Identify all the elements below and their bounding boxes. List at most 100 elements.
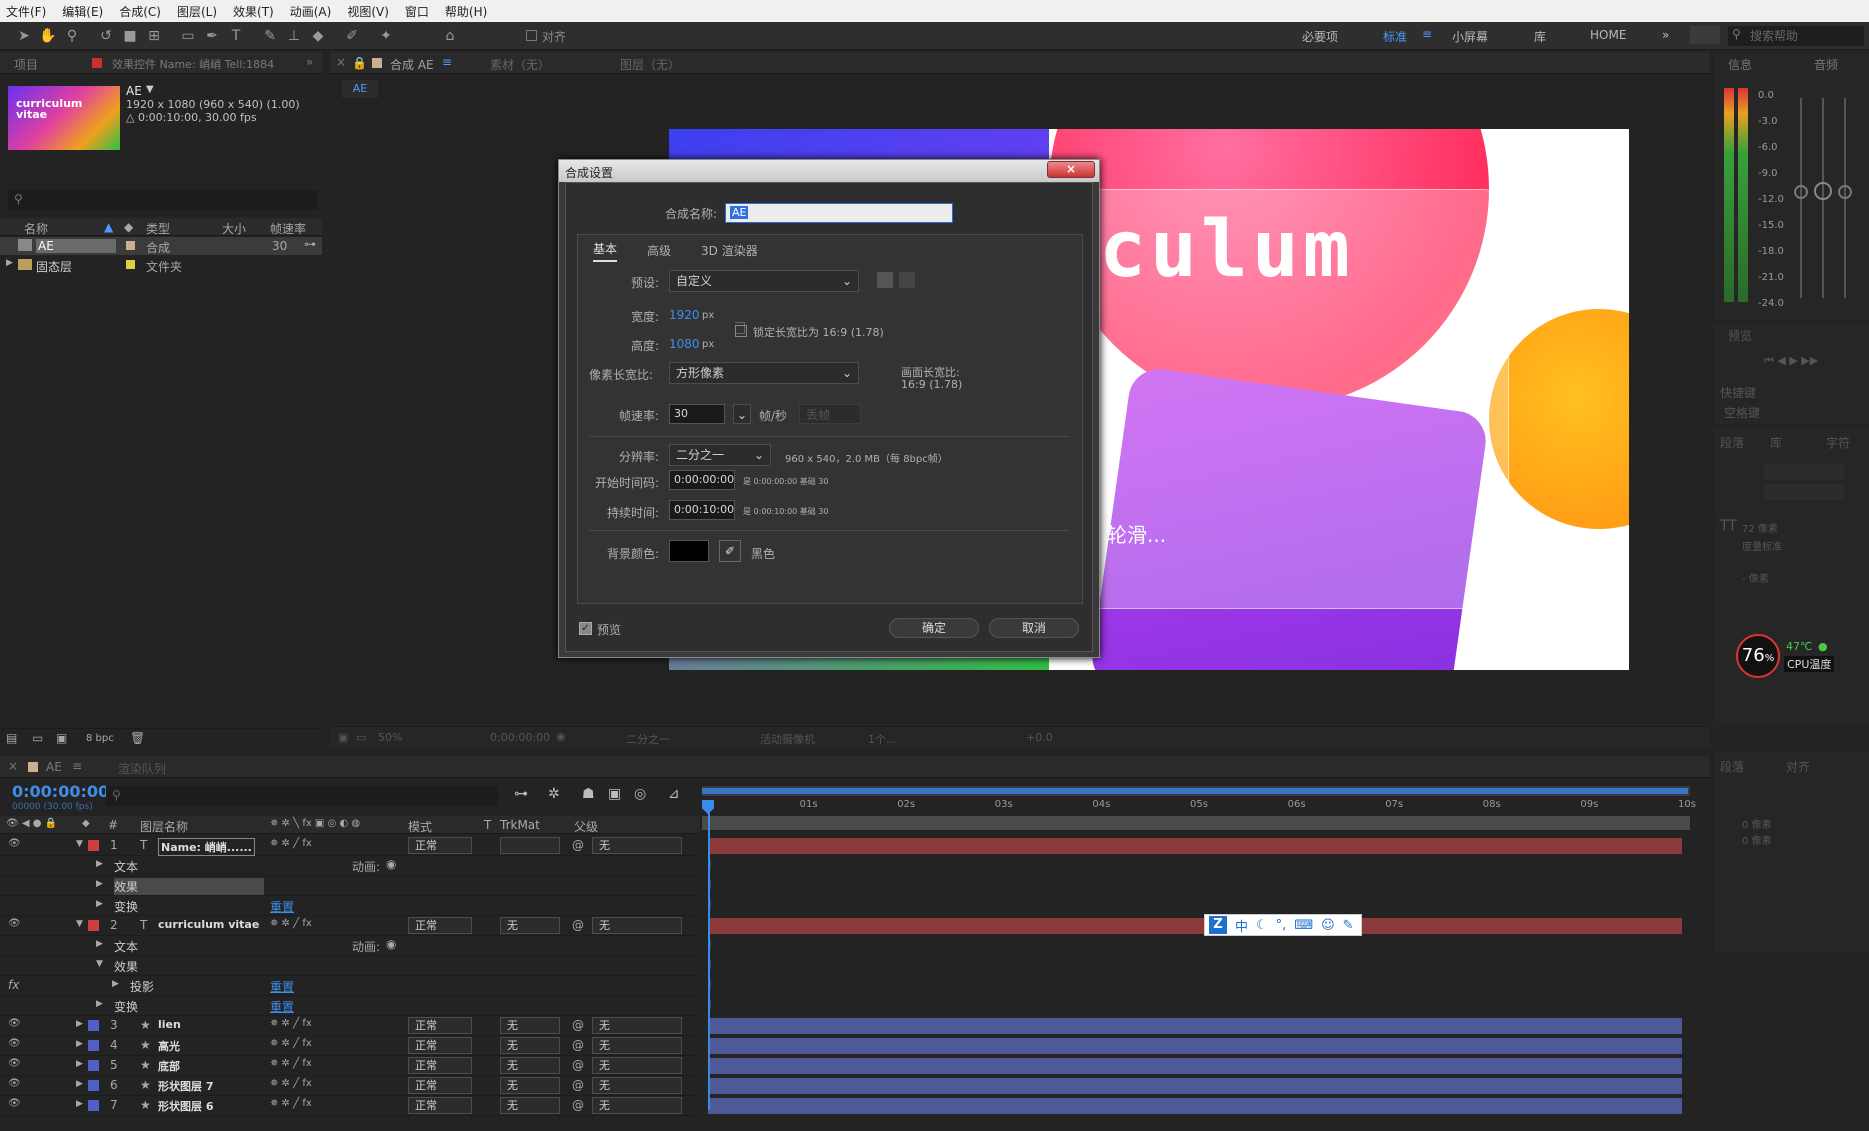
menu-5[interactable]: 动画(A) (290, 3, 332, 20)
ime-wrench-icon[interactable]: ✎ (1343, 918, 1354, 933)
animate-menu[interactable]: 动画: (352, 938, 380, 955)
layer-row[interactable]: 👁 ▶ 3 ★ lien ✵ ✲ ╱ fx 正常 无 @ 无 (0, 1016, 1682, 1036)
expand-arrow-icon[interactable]: ▶ (76, 1079, 83, 1089)
frame-blend-icon[interactable]: ▣ (608, 786, 621, 802)
layer-duration-bar[interactable] (708, 918, 1682, 934)
property-row[interactable]: ▶文本动画:◉I (0, 936, 712, 956)
pickwhip-icon[interactable]: @ (572, 1078, 584, 1092)
layer-row[interactable]: 👁 ▶ 6 ★ 形状图层 7 ✵ ✲ ╱ fx 正常 无 @ 无 (0, 1076, 1682, 1096)
exposure-value[interactable]: +0.0 (1026, 731, 1053, 744)
animate-icon[interactable]: ◉ (386, 857, 396, 871)
display-icon[interactable]: ▭ (356, 731, 366, 744)
tab-library[interactable]: 库 (1770, 434, 1782, 451)
layer-duration-bar[interactable] (708, 1038, 1682, 1054)
parent-dropdown[interactable]: 无 (592, 1057, 682, 1074)
workspace-essentials[interactable]: 必要项 (1302, 28, 1338, 45)
layer-switches-icons[interactable]: ✵ ✲ ╱ fx (270, 1038, 312, 1049)
lock-aspect-checkbox[interactable] (735, 325, 747, 337)
parent-dropdown[interactable]: 无 (592, 837, 682, 854)
ime-user-icon[interactable]: ☺ (1321, 918, 1335, 933)
menu-2[interactable]: 合成(C) (119, 3, 161, 20)
pickwhip-icon[interactable]: @ (572, 838, 584, 852)
trash-icon[interactable]: 🗑 (130, 731, 145, 745)
eyedropper-icon[interactable]: ✐ (719, 540, 741, 562)
views-dropdown[interactable]: 1个... (868, 731, 897, 747)
playhead[interactable] (708, 800, 710, 1110)
expand-arrow-icon[interactable]: ▶ (96, 999, 103, 1009)
snapshot-icon[interactable]: ◉ (556, 730, 566, 743)
stamp-tool-icon[interactable]: ⊥ (284, 26, 304, 46)
comp-name-input[interactable]: AE (725, 203, 953, 223)
parent-dropdown[interactable]: 无 (592, 1017, 682, 1034)
property-name[interactable]: 效果 (114, 958, 138, 975)
layer-duration-bar[interactable] (708, 1058, 1682, 1074)
resolution-dropdown[interactable]: 二分之一 ⌄ (669, 444, 771, 466)
close-icon[interactable]: × (336, 55, 346, 69)
parent-dropdown[interactable]: 无 (592, 1037, 682, 1054)
menu-7[interactable]: 窗口 (405, 3, 429, 20)
tab-project[interactable]: 项目 (14, 56, 38, 73)
tab-timeline-ae[interactable]: AE (46, 760, 62, 774)
bpc-label[interactable]: 8 bpc (86, 733, 114, 744)
hand-tool-icon[interactable]: ✋ (38, 26, 58, 46)
layer-switches-icons[interactable]: ✵ ✲ ╱ fx (270, 1098, 312, 1109)
mode-dropdown[interactable]: 正常 (408, 1037, 472, 1054)
expand-arrow-icon[interactable]: ▼ (76, 839, 83, 849)
roto-tool-icon[interactable]: ✐ (342, 26, 362, 46)
pickwhip-icon[interactable]: @ (572, 1018, 584, 1032)
ime-moon-icon[interactable]: ☾ (1256, 918, 1268, 933)
fps-input[interactable]: 30 (669, 404, 725, 424)
trkmat-dropdown[interactable]: 无 (500, 1097, 560, 1114)
menu-icon[interactable]: ≡ (1422, 27, 1432, 41)
trkmat-dropdown[interactable]: 无 (500, 1017, 560, 1034)
parent-dropdown[interactable]: 无 (592, 1097, 682, 1114)
shortcut-value[interactable]: 空格键 (1724, 404, 1760, 421)
time-ruler[interactable]: 0s01s02s03s04s05s06s07s08s09s10s (702, 796, 1696, 816)
comp-mini-flowchart-icon[interactable]: ⊶ (514, 786, 528, 802)
timeline-nav-bar[interactable] (702, 816, 1690, 830)
sync-icon[interactable] (1690, 26, 1720, 44)
menu-1[interactable]: 编辑(E) (62, 3, 103, 20)
new-comp-icon[interactable]: ▣ (56, 731, 67, 745)
font-size-value[interactable]: 72 像素 (1742, 520, 1778, 535)
tab-audio[interactable]: 音频 (1814, 56, 1838, 73)
property-row[interactable]: ▶变换重置I (0, 896, 712, 916)
tab-basic[interactable]: 基本 (593, 240, 618, 262)
space-before-value[interactable]: 0 像素 (1742, 832, 1772, 847)
layer-switches-icons[interactable]: ✵ ✲ ╱ fx (270, 1078, 312, 1089)
eye-icon[interactable]: 👁 (8, 838, 21, 849)
graph-editor-icon[interactable]: ⊿ (668, 786, 680, 802)
expand-arrow-icon[interactable]: ▶ (76, 1039, 83, 1049)
col-size[interactable]: 大小 (222, 220, 246, 237)
audio-slider-knob[interactable] (1814, 182, 1832, 200)
menu-3[interactable]: 图层(L) (177, 3, 217, 20)
layer-name[interactable]: Name: 峭峭...... (158, 838, 255, 856)
property-name[interactable]: 投影 (130, 978, 154, 995)
col-mode[interactable]: 模式 (408, 818, 432, 835)
new-folder-icon[interactable]: ▭ (32, 731, 43, 745)
audio-slider-knob[interactable] (1794, 185, 1808, 199)
tab-advanced[interactable]: 高级 (647, 242, 671, 259)
ime-logo-icon[interactable]: Z (1209, 916, 1227, 934)
close-icon[interactable]: × (8, 759, 18, 773)
label-swatch[interactable] (88, 840, 99, 851)
pickwhip-icon[interactable]: @ (572, 1098, 584, 1112)
help-search-input[interactable]: 搜索帮助 (1728, 26, 1864, 46)
brush-tool-icon[interactable]: ✎ (260, 26, 280, 46)
snap-icon[interactable]: ⌂ (440, 26, 460, 46)
overflow-chevron-icon[interactable]: » (1662, 28, 1669, 42)
label-swatch[interactable] (88, 1080, 99, 1091)
preview-toggle-icon[interactable]: ▣ (338, 731, 348, 744)
property-name[interactable]: 文本 (114, 938, 138, 955)
property-row[interactable]: ▶效果I (0, 876, 712, 896)
playback-controls[interactable]: ⏮ ◀ ▶ ▶▶ (1764, 354, 1818, 368)
eye-icon[interactable]: 👁 (8, 918, 21, 929)
expand-arrow-icon[interactable]: ▶ (76, 1059, 83, 1069)
expand-arrow-icon[interactable]: ▼ (96, 959, 103, 969)
font-family-dropdown[interactable] (1764, 464, 1844, 480)
lock-icon[interactable]: 🔒 (352, 56, 367, 70)
workspace-standard[interactable]: 标准 (1383, 28, 1407, 45)
pickwhip-icon[interactable]: @ (572, 918, 584, 932)
parent-dropdown[interactable]: 无 (592, 1077, 682, 1094)
pan-behind-tool-icon[interactable]: ⊞ (144, 26, 164, 46)
